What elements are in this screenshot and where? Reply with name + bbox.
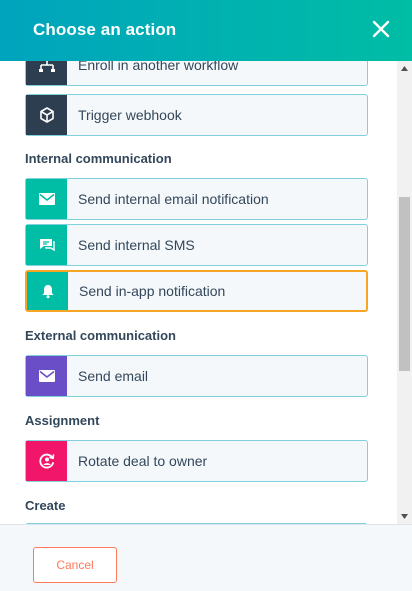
section-internal-communication: Internal communication: [25, 151, 172, 166]
action-label: Send internal email notification: [78, 191, 269, 207]
action-label: Rotate deal to owner: [78, 453, 208, 469]
action-send-internal-email[interactable]: Send internal email notification: [25, 178, 368, 220]
rotate-owner-icon: [26, 441, 67, 481]
action-label: Enroll in another workflow: [78, 61, 239, 73]
action-trigger-webhook[interactable]: Trigger webhook: [25, 94, 368, 136]
bell-icon: [27, 272, 68, 310]
action-label: Send email: [78, 368, 149, 384]
cancel-button[interactable]: Cancel: [33, 547, 117, 583]
email-icon: [26, 356, 67, 396]
scroll-down-arrow-icon[interactable]: [397, 509, 412, 524]
scroll-up-arrow-icon[interactable]: [397, 61, 412, 76]
modal-footer: Cancel: [0, 524, 412, 591]
modal-title: Choose an action: [33, 20, 177, 39]
action-enroll-workflow[interactable]: Enroll in another workflow: [25, 61, 368, 86]
email-icon: [26, 179, 67, 219]
section-create: Create: [25, 498, 66, 513]
action-label: Trigger webhook: [78, 107, 182, 123]
modal-header: Choose an action: [0, 0, 412, 61]
action-send-internal-sms[interactable]: Send internal SMS: [25, 224, 368, 266]
chat-icon: [26, 225, 67, 265]
workflow-icon: [26, 61, 67, 85]
cube-icon: [26, 95, 67, 135]
scrollbar-thumb[interactable]: [399, 197, 410, 371]
section-assignment: Assignment: [25, 413, 100, 428]
section-external-communication: External communication: [25, 328, 176, 343]
close-icon[interactable]: [369, 17, 393, 41]
scrollbar[interactable]: [397, 61, 412, 524]
action-list: Enroll in another workflow Trigger webho…: [0, 61, 412, 524]
action-send-in-app-notification[interactable]: Send in-app notification: [25, 270, 368, 312]
action-rotate-deal-to-owner[interactable]: Rotate deal to owner: [25, 440, 368, 482]
action-send-email[interactable]: Send email: [25, 355, 368, 397]
action-label: Send in-app notification: [79, 283, 226, 299]
action-label: Send internal SMS: [78, 237, 195, 253]
